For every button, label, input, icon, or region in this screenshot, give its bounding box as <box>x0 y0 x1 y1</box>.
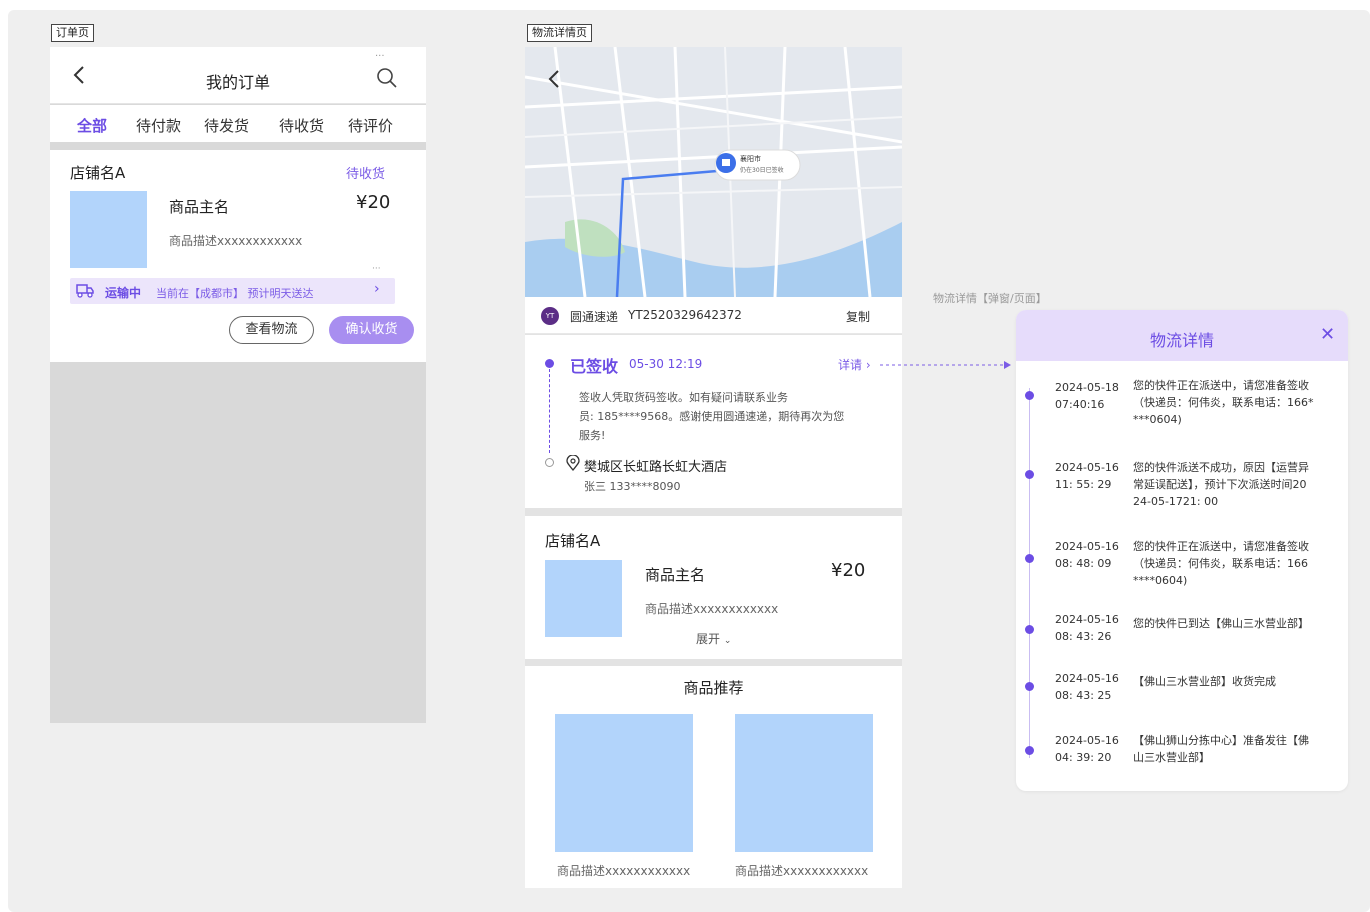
location-pin-icon <box>566 454 580 475</box>
popup-annotation: 物流详情【弹窗/页面】 <box>933 292 1047 305</box>
signed-message: 签收人凭取货码签收。如有疑问请联系业务 员: 185****9568。感谢使用圆… <box>579 391 845 442</box>
map-pin-city: 襄阳市 <box>740 155 761 163</box>
carrier-bar: YT 圆通速递 YT2520329642372 复制 <box>525 297 902 334</box>
receiver-info: 张三 133****8090 <box>584 480 681 493</box>
tab-pending-shipment[interactable]: 待发货 <box>204 115 249 136</box>
timeline-dot <box>1025 682 1034 691</box>
timeline-dot <box>1025 554 1034 563</box>
entry-text: 【佛山三水营业部】收货完成 <box>1133 675 1276 688</box>
product-price: ¥20 <box>831 560 866 581</box>
entry-text: 您的快件正在派送中，请您准备签收（快递员：何伟炎，联系电话：166****060… <box>1133 379 1314 426</box>
recommend-title: 商品推荐 <box>683 679 744 697</box>
page-title: 我的订单 <box>205 73 270 92</box>
chevron-right-icon: › <box>374 281 380 297</box>
product-name: 商品主名 <box>169 198 230 216</box>
entry-time: 2024-05-16 08: 48: 09 <box>1055 540 1119 570</box>
order-page-label: 订单页 <box>51 24 94 42</box>
timeline-dot-end <box>545 458 554 467</box>
product-description: 商品描述xxxxxxxxxxxx <box>645 602 779 616</box>
map-view[interactable]: 襄阳市 仍在30日已签收 <box>525 47 902 297</box>
shop-name: 店铺名A <box>70 164 126 182</box>
entry-text: 您的快件正在派送中，请您准备签收（快递员：何伟炎，联系电话：166****060… <box>1133 540 1309 587</box>
copy-button[interactable]: 复制 <box>846 308 870 325</box>
shipping-info: 当前在【成都市】 预计明天送达 <box>156 287 314 300</box>
search-icon[interactable] <box>376 67 398 93</box>
product-thumbnail[interactable] <box>545 560 622 637</box>
order-card[interactable]: 店铺名A 待收货 商品主名 ¥20 商品描述xxxxxxxxxxxx ··· 运… <box>50 150 426 362</box>
entry-text: 您的快件派送不成功，原因【运营异 常延误配送】，预计下次派送时间20 24-05-1… <box>1133 461 1309 508</box>
view-logistics-button[interactable]: 查看物流 <box>229 316 314 344</box>
carrier-logo-icon: YT <box>541 307 559 325</box>
entry-time: 2024-05-16 08: 43: 26 <box>1055 613 1119 643</box>
map-pin-sub: 仍在30日已签收 <box>740 167 784 174</box>
shipping-status-bar[interactable]: 运输中 当前在【成都市】 预计明天送达 › <box>70 278 395 304</box>
chevron-down-icon: ⌄ <box>723 636 732 646</box>
entry-time: 2024-05-16 04: 39: 20 <box>1055 734 1119 764</box>
logistics-page-label: 物流详情页 <box>527 24 592 42</box>
timeline-dot <box>1025 470 1034 479</box>
shop-name: 店铺名A <box>545 532 601 550</box>
order-header: 我的订单 ··· <box>50 47 426 104</box>
popup-header: 物流详情 ✕ <box>1016 310 1348 361</box>
order-status: 待收货 <box>346 167 386 182</box>
tab-pending-review[interactable]: 待评价 <box>348 115 393 136</box>
signed-status: 已签收 <box>570 357 619 376</box>
product-price: ¥20 <box>356 192 391 213</box>
more-dots: ··· <box>372 264 381 274</box>
logistics-page: 襄阳市 仍在30日已签收 YT 圆通速递 YT2520329642372 复制 … <box>525 47 902 888</box>
order-page: 我的订单 ··· 全部 待付款 待发货 待收货 待评价 店铺名A 待收货 商品主… <box>50 47 426 723</box>
timeline-line <box>549 369 550 453</box>
timeline-dot <box>545 359 554 368</box>
popup-title: 物流详情 <box>1149 331 1214 350</box>
entry-text: 您的快件已到达【佛山三水营业部】 <box>1133 617 1309 630</box>
timeline-dot <box>1025 746 1034 755</box>
product-name: 商品主名 <box>645 566 706 584</box>
carrier-name: 圆通速递 <box>570 310 619 324</box>
recommend-item-desc: 商品描述xxxxxxxxxxxx <box>557 864 691 878</box>
entry-time: 2024-05-18 07:40:16 <box>1055 381 1119 411</box>
connector-arrow <box>880 361 1011 369</box>
recommendations: 商品推荐 商品描述xxxxxxxxxxxx 商品描述xxxxxxxxxxxx <box>525 666 902 888</box>
tab-all[interactable]: 全部 <box>77 115 107 136</box>
recommend-item-desc: 商品描述xxxxxxxxxxxx <box>735 864 869 878</box>
back-icon[interactable] <box>547 69 561 93</box>
tracking-summary: 已签收 05-30 12:19 详请 › 签收人凭取货码签收。如有疑问请联系业务… <box>525 335 902 508</box>
timeline-dot <box>1025 391 1034 400</box>
entry-time: 2024-05-16 08: 43: 25 <box>1055 672 1119 702</box>
recommend-item-image[interactable] <box>555 714 693 852</box>
confirm-receipt-button[interactable]: 确认收货 <box>329 316 414 344</box>
logistics-detail-popup: 物流详情 ✕ 2024-05-18 07:40:16 您的快件正在派送中，请您准备… <box>1016 310 1348 791</box>
recommend-item-image[interactable] <box>735 714 873 852</box>
timeline-line <box>1029 388 1030 758</box>
delivery-address: 樊城区长虹路长虹大酒店 <box>584 460 728 475</box>
product-description: 商品描述xxxxxxxxxxxx <box>169 234 303 248</box>
close-icon[interactable]: ✕ <box>1320 324 1335 345</box>
order-product-card: 店铺名A 商品主名 ¥20 商品描述xxxxxxxxxxxx 展开 ⌄ <box>525 516 902 659</box>
order-tabs: 全部 待付款 待发货 待收货 待评价 <box>50 105 426 142</box>
tab-pending-receipt[interactable]: 待收货 <box>279 115 324 136</box>
expand-button[interactable]: 展开 ⌄ <box>696 630 731 647</box>
tracking-number: YT2520329642372 <box>628 308 742 322</box>
product-thumbnail[interactable] <box>70 191 147 268</box>
signed-time: 05-30 12:19 <box>629 357 703 371</box>
tab-pending-payment[interactable]: 待付款 <box>136 115 181 136</box>
entry-text: 【佛山狮山分拣中心】准备发往【佛 山三水营业部】 <box>1133 734 1309 764</box>
more-dots: ··· <box>375 51 385 62</box>
truck-icon <box>76 283 94 303</box>
detail-link[interactable]: 详请 › <box>838 356 871 373</box>
shipping-status: 运输中 <box>105 286 142 300</box>
entry-time: 2024-05-16 11: 55: 29 <box>1055 461 1119 491</box>
timeline-dot <box>1025 625 1034 634</box>
